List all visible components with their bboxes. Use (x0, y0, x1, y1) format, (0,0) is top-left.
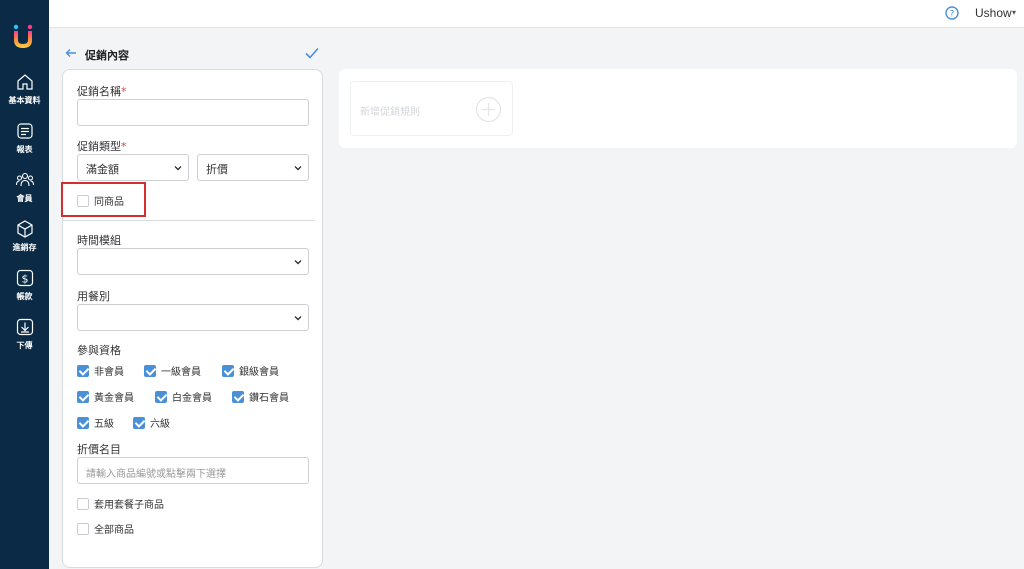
sidebar-item-accounts[interactable]: $ 帳款 (0, 268, 49, 302)
sidebar: 基本資料 報表 會員 進銷存 $ 帳款 下傳 (0, 0, 49, 569)
promo-method-value: 折價 (206, 163, 228, 176)
promo-type-select[interactable]: 滿金額 (77, 154, 189, 181)
time-template-label: 時間模組 (77, 234, 121, 247)
eligibility-checkbox-diamond[interactable]: 鑽石會員 (232, 389, 289, 404)
report-icon (16, 123, 33, 139)
time-template-select[interactable] (77, 248, 309, 275)
back-arrow-icon[interactable] (64, 46, 78, 60)
plus-circle-icon[interactable] (475, 96, 502, 123)
checkbox-box (77, 416, 89, 429)
home-icon (16, 74, 33, 90)
checkbox-label: 黃金會員 (94, 393, 134, 404)
highlight-box (61, 182, 146, 217)
checkbox-label: 全部商品 (94, 525, 134, 536)
sidebar-item-label: 報表 (16, 145, 33, 154)
top-bar: ? Ushow ▾ (49, 0, 1024, 28)
all-products-checkbox[interactable]: 全部商品 (77, 521, 134, 536)
checkbox-label: 六級 (150, 419, 170, 430)
promo-method-select[interactable]: 折價 (197, 154, 309, 181)
sidebar-item-download[interactable]: 下傳 (0, 317, 49, 351)
checkbox-label: 五級 (94, 419, 114, 430)
checkbox-box (77, 390, 89, 403)
svg-text:?: ? (950, 10, 955, 20)
eligibility-label: 參與資格 (77, 344, 121, 357)
sidebar-item-members[interactable]: 會員 (0, 170, 49, 204)
checkbox-label: 套用套餐子商品 (94, 500, 164, 511)
eligibility-checkbox-level1[interactable]: 一級會員 (144, 363, 201, 378)
sidebar-item-label: 帳款 (16, 292, 33, 301)
chevron-down-icon (294, 166, 302, 171)
sidebar-item-label: 基本資料 (8, 96, 41, 105)
checkbox-box (133, 416, 145, 429)
check-icon[interactable] (304, 45, 320, 61)
apply-combo-checkbox[interactable]: 套用套餐子商品 (77, 496, 164, 511)
sidebar-item-basic-data[interactable]: 基本資料 (0, 72, 49, 106)
help-icon[interactable]: ? (944, 5, 960, 21)
dollar-icon: $ (16, 269, 33, 287)
checkbox-box (222, 364, 234, 377)
checkbox-label: 鑽石會員 (249, 393, 289, 404)
eligibility-checkbox-silver[interactable]: 銀級會員 (222, 363, 279, 378)
checkbox-box (77, 522, 89, 535)
checkbox-box (155, 390, 167, 403)
sidebar-item-inventory[interactable]: 進銷存 (0, 219, 49, 253)
checkbox-label: 銀級會員 (239, 367, 279, 378)
checkbox-box (77, 497, 89, 510)
chevron-down-icon (174, 166, 182, 171)
download-icon (16, 318, 33, 336)
checkbox-label: 非會員 (94, 367, 124, 378)
checkbox-box (77, 364, 89, 377)
checkbox-box (232, 390, 244, 403)
promo-name-input[interactable] (77, 99, 309, 126)
logo-icon (13, 24, 33, 48)
meal-type-select[interactable] (77, 304, 309, 331)
eligibility-checkbox-level6[interactable]: 六級 (133, 415, 170, 430)
sidebar-item-label: 會員 (16, 194, 33, 203)
svg-text:$: $ (21, 273, 28, 286)
chevron-down-icon (294, 316, 302, 321)
eligibility-checkbox-gold[interactable]: 黃金會員 (77, 389, 134, 404)
sidebar-item-label: 下傳 (16, 341, 33, 350)
chevron-down-icon (294, 260, 302, 265)
promo-name-label: 促銷名稱* (77, 85, 127, 98)
promo-type-label: 促銷類型* (77, 140, 127, 153)
chevron-down-icon[interactable]: ▾ (1012, 8, 1016, 17)
promo-type-value: 滿金額 (86, 163, 119, 176)
user-menu[interactable]: Ushow (975, 6, 1012, 20)
checkbox-label: 白金會員 (172, 393, 212, 404)
eligibility-checkbox-non-member[interactable]: 非會員 (77, 363, 124, 378)
sidebar-item-label: 進銷存 (12, 243, 37, 252)
sidebar-item-reports[interactable]: 報表 (0, 121, 49, 155)
checkbox-box (144, 364, 156, 377)
members-icon (15, 172, 34, 187)
discount-items-input[interactable]: 請輸入商品編號或點擊兩下選擇 (77, 457, 309, 484)
meal-type-label: 用餐別 (77, 290, 110, 303)
inventory-box-icon (16, 220, 33, 238)
add-rule-label: 新增促銷規則 (360, 107, 420, 118)
page-title: 促銷內容 (85, 49, 129, 62)
divider (62, 220, 315, 221)
checkbox-label: 一級會員 (161, 367, 201, 378)
eligibility-checkbox-level5[interactable]: 五級 (77, 415, 114, 430)
eligibility-checkbox-platinum[interactable]: 白金會員 (155, 389, 212, 404)
discount-items-label: 折價名目 (77, 443, 121, 456)
